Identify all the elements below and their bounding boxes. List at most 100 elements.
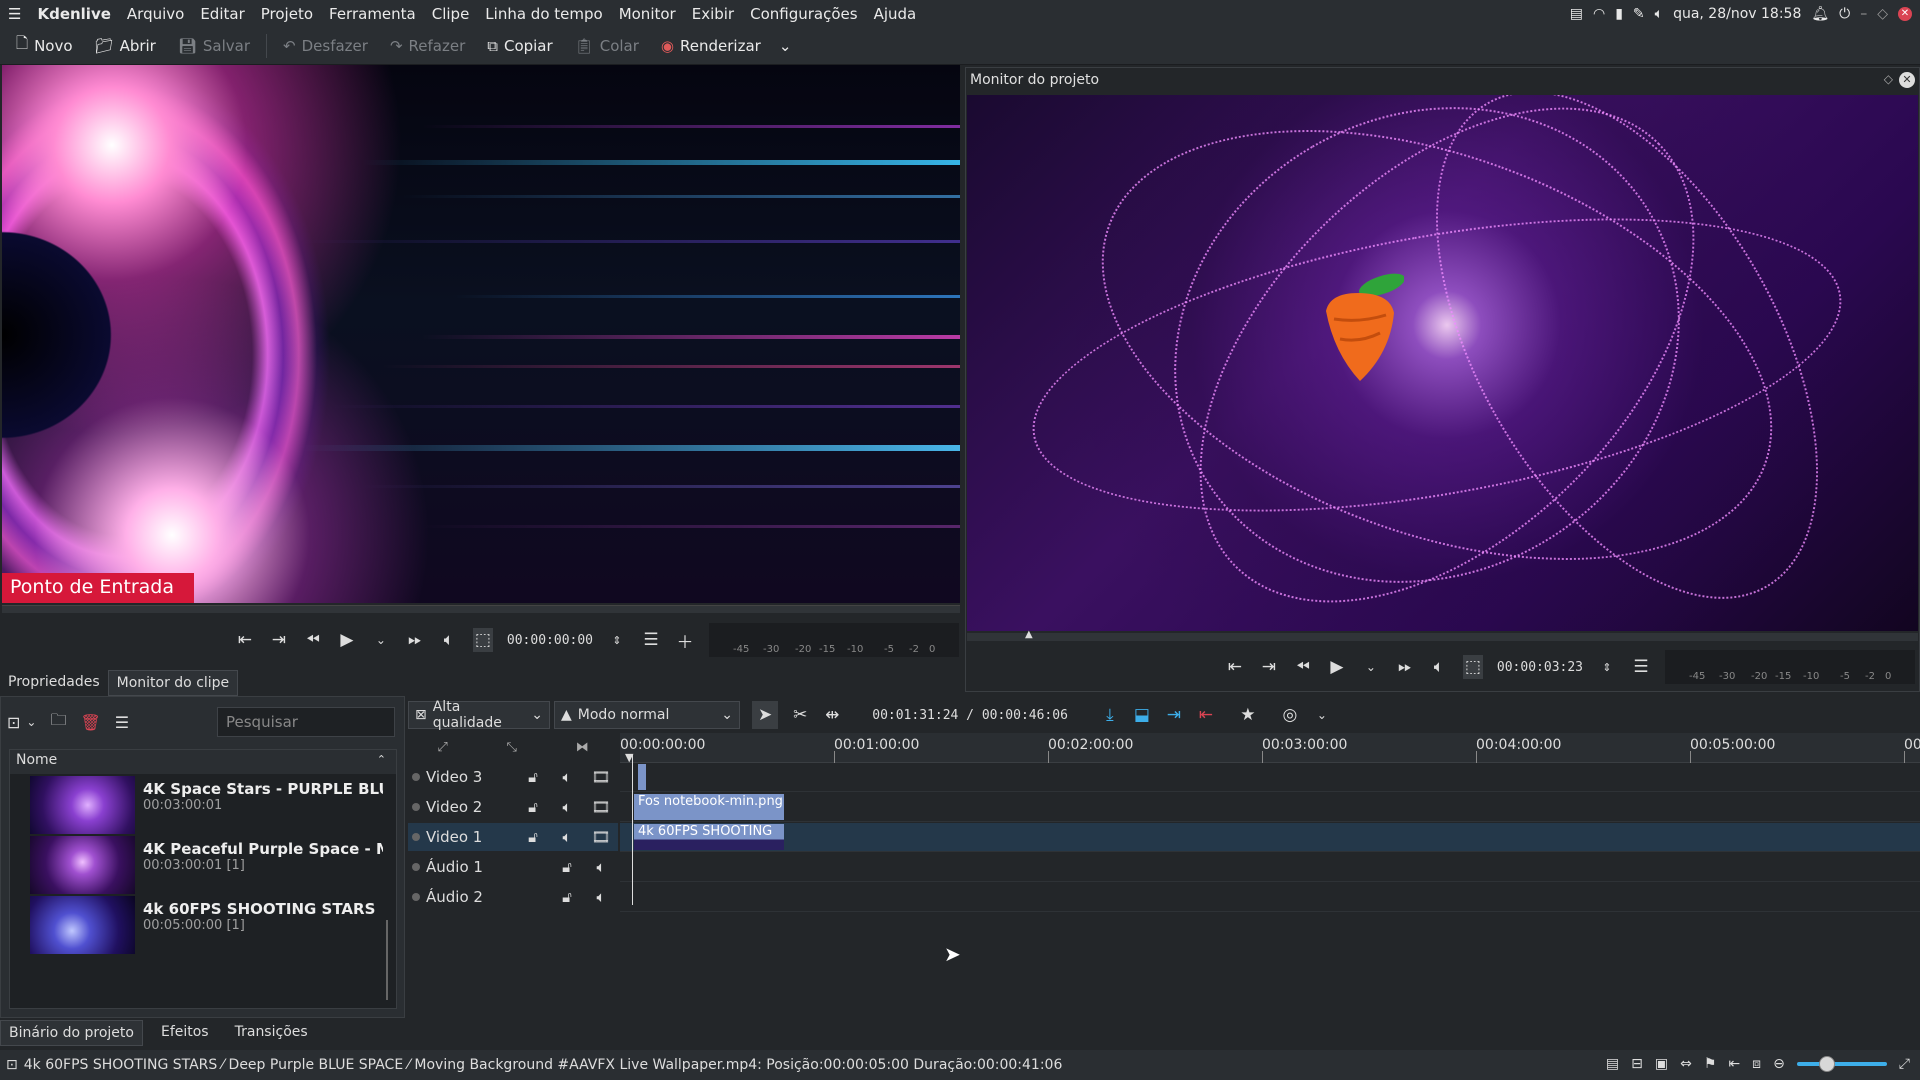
playhead-marker-icon[interactable]: ▲ xyxy=(1025,629,1033,640)
add-folder-icon[interactable]: 🗀 xyxy=(50,709,66,736)
tab-transitions[interactable]: Transições xyxy=(217,1020,316,1046)
mute-icon[interactable]: 🔈︎ xyxy=(584,858,618,876)
forward-icon[interactable]: ⏩︎ xyxy=(1395,657,1415,677)
hide-video-icon[interactable]: 🎞︎ xyxy=(584,768,618,786)
track-status-dot[interactable] xyxy=(412,773,420,781)
track-status-dot[interactable] xyxy=(412,803,420,811)
track-status-dot[interactable] xyxy=(412,833,420,841)
video-thumbs-icon[interactable]: ▣ xyxy=(1655,1056,1668,1072)
zoom-slider-knob[interactable] xyxy=(1818,1056,1835,1072)
set-in-point-icon[interactable]: ⇤ xyxy=(235,630,255,650)
column-header-name[interactable]: Nome ⌃ xyxy=(10,750,396,774)
snap-icon[interactable]: ◎ xyxy=(1280,705,1300,725)
zoom-fit-icon[interactable]: ⧈ xyxy=(1752,1056,1761,1072)
timeline-clip[interactable] xyxy=(638,764,646,790)
lock-icon[interactable]: 🔓︎ xyxy=(550,858,584,876)
lock-icon[interactable]: 🔓︎ xyxy=(516,828,550,846)
tab-clip-monitor[interactable]: Monitor do clipe xyxy=(107,670,239,696)
paste-button[interactable]: 📋︎ Colar xyxy=(565,31,649,61)
audio-thumbs-icon[interactable]: ⊟ xyxy=(1631,1056,1643,1072)
wifi-icon[interactable]: ◠ xyxy=(1593,6,1605,22)
snap-toggle-icon[interactable]: ⇔ xyxy=(1680,1056,1692,1072)
set-in-point-icon[interactable]: ⇤ xyxy=(1225,657,1245,677)
add-clip-chevron-icon[interactable]: ⌄ xyxy=(26,715,36,729)
set-out-point-icon[interactable]: ⇥ xyxy=(269,630,289,650)
menu-arquivo[interactable]: Arquivo xyxy=(119,5,192,23)
notification-bell-icon[interactable]: 🔔︎ xyxy=(1811,6,1829,22)
save-button[interactable]: 💾︎ Salvar xyxy=(168,31,260,61)
collapse-icon[interactable]: ⤡ xyxy=(506,740,516,755)
play-icon[interactable]: ▶ xyxy=(337,630,357,650)
list-item[interactable]: 4k 60FPS SHOOTING STARS 00:05:00:00 [1] xyxy=(30,896,390,954)
render-button[interactable]: ◉ Renderizar ⌄ xyxy=(651,31,801,61)
favorite-star-icon[interactable]: ★ xyxy=(1238,705,1258,725)
lock-icon[interactable]: 🔓︎ xyxy=(516,798,550,816)
set-out-point-icon[interactable]: ⇥ xyxy=(1259,657,1279,677)
bin-scrollbar[interactable] xyxy=(386,920,388,1000)
timeline-row-video-2[interactable]: Fos notebook-min.png xyxy=(620,793,1920,822)
timeline-clip[interactable]: 4k 60FPS SHOOTING xyxy=(634,824,784,850)
add-clip-icon[interactable]: ⊡ xyxy=(7,713,20,732)
list-item[interactable]: 4K Peaceful Purple Space - Movi 00:03:00… xyxy=(30,836,390,894)
select-tool-icon[interactable]: ➤ xyxy=(752,701,779,729)
float-dock-icon[interactable]: ◇ xyxy=(1884,72,1893,86)
menu-configuracoes[interactable]: Configurações xyxy=(742,5,865,23)
spacer-tool-icon[interactable]: ⇹ xyxy=(822,705,842,725)
timeline-ruler[interactable]: 00:00:00:00 00:01:00:00 00:02:00:00 00:0… xyxy=(620,733,1920,764)
zoom-in-icon[interactable]: ⤢ xyxy=(1899,1056,1910,1072)
clip-timecode[interactable]: 00:00:00:00 xyxy=(507,633,593,648)
timeline-clip[interactable]: Fos notebook-min.png xyxy=(634,794,784,820)
chevron-down-icon[interactable]: ⌄ xyxy=(779,37,792,55)
razor-tool-icon[interactable]: ✂ xyxy=(790,705,810,725)
menu-monitor[interactable]: Monitor xyxy=(611,5,684,23)
zoom-slider[interactable] xyxy=(1796,1056,1887,1072)
timeline-row-video-3[interactable] xyxy=(620,763,1920,792)
close-dock-icon[interactable]: ✕ xyxy=(1899,72,1915,88)
power-icon[interactable]: ⏻ xyxy=(1839,6,1850,22)
track-video-1[interactable]: Video 1 🔓︎ 🔈︎ 🎞︎ xyxy=(408,823,618,851)
delete-icon[interactable]: 🗑︎ xyxy=(80,713,100,732)
menu-ferramenta[interactable]: Ferramenta xyxy=(321,5,424,23)
play-icon[interactable]: ▶ xyxy=(1327,657,1347,677)
playhead[interactable] xyxy=(632,755,633,905)
mute-icon[interactable]: 🔈︎ xyxy=(550,768,584,786)
track-status-dot[interactable] xyxy=(412,863,420,871)
menu-ajuda[interactable]: Ajuda xyxy=(866,5,925,23)
timeline-row-audio-2[interactable] xyxy=(620,883,1920,912)
track-status-dot[interactable] xyxy=(412,893,420,901)
open-button[interactable]: 📁︎ Abrir xyxy=(85,31,166,61)
menu-editar[interactable]: Editar xyxy=(192,5,252,23)
project-monitor-ruler[interactable]: ▲ xyxy=(967,629,1918,641)
menu-projeto[interactable]: Projeto xyxy=(253,5,321,23)
copy-button[interactable]: ⧉ Copiar xyxy=(477,31,562,61)
rewind-icon[interactable]: ⏪︎ xyxy=(1293,657,1313,677)
track-audio-2[interactable]: Áudio 2 🔓︎ 🔈︎ xyxy=(408,883,618,911)
timecode-spin-icon[interactable]: ⇕ xyxy=(1597,661,1617,674)
clip-monitor-preview[interactable] xyxy=(2,65,960,603)
menu-linha-do-tempo[interactable]: Linha do tempo xyxy=(477,5,610,23)
volume-icon[interactable]: 🔈︎ xyxy=(1429,657,1449,677)
redo-button[interactable]: ↷ Refazer xyxy=(380,31,475,61)
bin-menu-icon[interactable]: ☰ xyxy=(115,713,129,732)
track-video-3[interactable]: Video 3 🔓︎ 🔈︎ 🎞︎ xyxy=(408,763,618,791)
storage-icon[interactable]: ▤ xyxy=(1570,6,1583,22)
lock-icon[interactable]: 🔓︎ xyxy=(550,888,584,906)
menu-exibir[interactable]: Exibir xyxy=(684,5,742,23)
chevron-down-icon[interactable]: ⌄ xyxy=(1312,708,1332,722)
display-icon[interactable]: ▤ xyxy=(1606,1056,1619,1072)
hide-video-icon[interactable]: 🎞︎ xyxy=(584,798,618,816)
maximize-icon[interactable]: ◇ xyxy=(1877,6,1888,22)
battery-icon[interactable]: ▮ xyxy=(1615,6,1623,22)
list-item[interactable]: 4K Space Stars - PURPLE BLUE 00:03:00:01 xyxy=(30,776,390,834)
mute-icon[interactable]: 🔈︎ xyxy=(584,888,618,906)
volume-icon[interactable]: 🔈︎ xyxy=(439,630,459,650)
clip-icon[interactable]: ✎ xyxy=(1633,6,1645,22)
markers-icon[interactable]: ⚑ xyxy=(1704,1056,1717,1072)
undo-button[interactable]: ↶ Desfazer xyxy=(273,31,378,61)
timeline-row-audio-1[interactable] xyxy=(620,853,1920,882)
composite-icon[interactable]: ⧓ xyxy=(576,740,589,755)
project-monitor-preview[interactable] xyxy=(967,95,1918,631)
menu-clipe[interactable]: Clipe xyxy=(424,5,478,23)
overwrite-icon[interactable]: ⬓ xyxy=(1132,705,1152,725)
extract-icon[interactable]: ⇤ xyxy=(1196,705,1216,725)
